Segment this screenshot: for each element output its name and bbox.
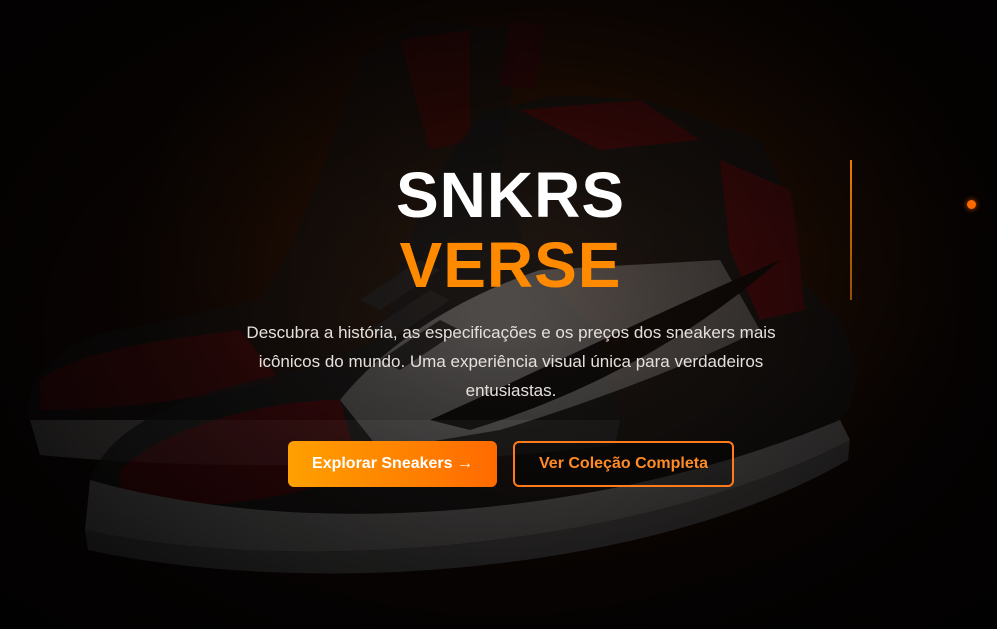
explore-sneakers-button[interactable]: Explorar Sneakers → — [288, 441, 497, 487]
hero-content: SNKRS VERSE Descubra a história, as espe… — [0, 0, 997, 629]
hero-description: Descubra a história, as especificações e… — [246, 323, 776, 400]
view-collection-button[interactable]: Ver Coleção Completa — [513, 441, 734, 487]
decorative-vertical-line — [850, 160, 852, 300]
slide-indicator-dot[interactable] — [967, 200, 976, 209]
hero-section: SNKRS VERSE Descubra a história, as espe… — [0, 0, 997, 629]
